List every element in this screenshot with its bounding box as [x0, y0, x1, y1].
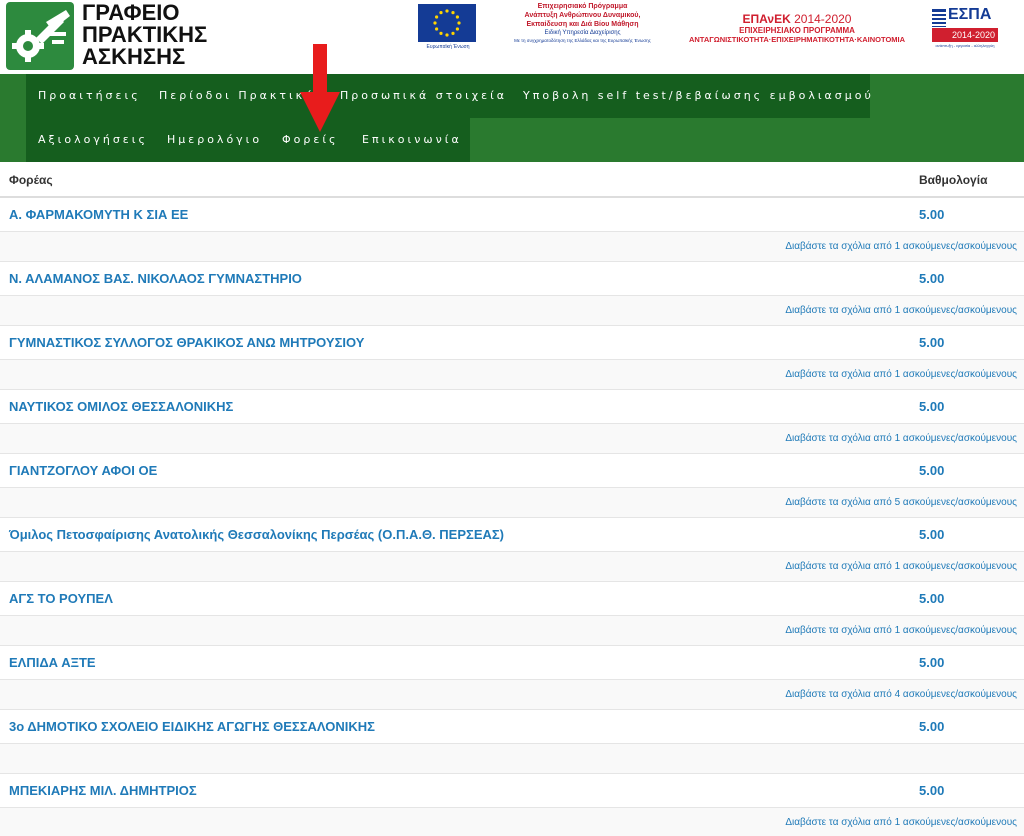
table-row-comments: Διαβάστε τα σχόλια από 1 ασκούμενες/ασκο… [0, 360, 1024, 390]
epanek-subtitle-1: ΕΠΙΧΕΙΡΗΣΙΑΚΟ ΠΡΟΓΡΑΜΜΑ [739, 26, 855, 35]
eu-logo: Ευρωπαϊκή Ένωση [418, 4, 478, 56]
table-row: 3ο ΔΗΜΟΤΙΚΟ ΣΧΟΛΕΙΟ ΕΙΔΙΚΗΣ ΑΓΩΓΗΣ ΘΕΣΣΑ… [0, 710, 1024, 744]
table-row-comments: Διαβάστε τα σχόλια από 5 ασκούμενες/ασκο… [0, 488, 1024, 518]
site-header: ΓΡΑΦΕΙΟ ΠΡΑΚΤΙΚΗΣ ΑΣΚΗΣΗΣ Ευρωπαϊκή Ένωσ… [0, 0, 1024, 74]
organization-link[interactable]: ΑΓΣ ΤΟ ΡΟΥΠΕΛ [9, 582, 113, 616]
epan-line-5: Με τη συγχρηματοδότηση της Ελλάδας και τ… [514, 38, 651, 43]
nav-row-2: Αξιολογήσεις Ημερολόγιο Φορείς Επικοινων… [26, 118, 470, 162]
organization-link[interactable]: ΓΙΑΝΤΖΟΓΛΟΥ ΑΦΟΙ ΟΕ [9, 454, 157, 488]
site-title-line-2: ΠΡΑΚΤΙΚΗΣ [82, 22, 208, 47]
logo-icon[interactable] [6, 2, 74, 70]
score-value: 5.00 [919, 783, 945, 798]
organization-link[interactable]: Ν. ΑΛΑΜΑΝΟΣ ΒΑΣ. ΝΙΚΟΛΑΟΣ ΓΥΜΝΑΣΤΗΡΙΟ [9, 262, 302, 296]
comments-link[interactable]: Διαβάστε τα σχόλια από 4 ασκούμενες/ασκο… [785, 680, 1017, 710]
table-row: ΕΛΠΙΔΑ ΑΞΤΕ 5.00 [0, 646, 1024, 680]
organizations-table: Φορέας Βαθμολογία Α. ΦΑΡΜΑΚΟΜΥΤΗ Κ ΣΙΑ Ε… [0, 162, 1024, 836]
red-arrow-down-icon [300, 44, 340, 132]
comments-link[interactable]: Διαβάστε τα σχόλια από 5 ασκούμενες/ασκο… [785, 488, 1017, 518]
nav-item-calendar[interactable]: Ημερολόγιο [167, 118, 262, 162]
organization-link[interactable]: 3ο ΔΗΜΟΤΙΚΟ ΣΧΟΛΕΙΟ ΕΙΔΙΚΗΣ ΑΓΩΓΗΣ ΘΕΣΣΑ… [9, 710, 375, 744]
eu-flag-icon [418, 4, 476, 42]
organization-link[interactable]: ΓΥΜΝΑΣΤΙΚΟΣ ΣΥΛΛΟΓΟΣ ΘΡΑΚΙΚΟΣ ΑΝΩ ΜΗΤΡΟΥ… [9, 326, 364, 360]
comments-link[interactable]: Διαβάστε τα σχόλια από 1 ασκούμενες/ασκο… [785, 360, 1017, 390]
espa-caption: ανάπτυξη - εργασία - αλληλεγγύη [935, 43, 995, 48]
epanek-subtitle-2: ΑΝΤΑΓΩΝΙΣΤΙΚΟΤΗΤΑ·ΕΠΙΧΕΙΡΗΜΑΤΙΚΟΤΗΤΑ·ΚΑΙ… [688, 35, 906, 44]
epan-line-3: Εκπαίδευση και Διά Βίου Μάθηση [526, 21, 639, 28]
table-row-comments: Διαβάστε τα σχόλια από 1 ασκούμενες/ασκο… [0, 552, 1024, 582]
comments-link[interactable]: Διαβάστε τα σχόλια από 1 ασκούμενες/ασκο… [785, 424, 1017, 454]
comments-link[interactable]: Διαβάστε τα σχόλια από 1 ασκούμενες/ασκο… [785, 552, 1017, 582]
table-row: ΓΙΑΝΤΖΟΓΛΟΥ ΑΦΟΙ ΟΕ 5.00 [0, 454, 1024, 488]
score-value: 5.00 [919, 527, 945, 542]
table-header: Φορέας Βαθμολογία [0, 162, 1024, 198]
table-row-comments: Διαβάστε τα σχόλια από 4 ασκούμενες/ασκο… [0, 680, 1024, 710]
table-row: Ν. ΑΛΑΜΑΝΟΣ ΒΑΣ. ΝΙΚΟΛΑΟΣ ΓΥΜΝΑΣΤΗΡΙΟ 5.… [0, 262, 1024, 296]
comments-link[interactable]: Διαβάστε τα σχόλια από 1 ασκούμενες/ασκο… [785, 808, 1017, 836]
epan-line-1: Επιχειρησιακό Πρόγραμμα [537, 3, 628, 10]
site-title-line-1: ΓΡΑΦΕΙΟ [82, 0, 180, 25]
epanek-title-row: ΕΠΑνΕΚ 2014-2020 [672, 12, 922, 26]
epanek-logo: ΕΠΑνΕΚ 2014-2020 ΕΠΙΧΕΙΡΗΣΙΑΚΟ ΠΡΟΓΡΑΜΜΑ… [672, 12, 922, 44]
score-value: 5.00 [919, 719, 945, 734]
nav-item-evaluations[interactable]: Αξιολογήσεις [38, 118, 148, 162]
espa-years: 2014-2020 [932, 28, 998, 42]
nav-item-personal-info[interactable]: Προσωπικά στοιχεία [340, 74, 507, 118]
nav-row-1: Προαιτήσεις Περίοδοι Πρακτικής Προσωπικά… [26, 74, 871, 118]
table-row-comments: Διαβάστε τα σχόλια από 1 ασκούμενες/ασκο… [0, 808, 1024, 836]
espa-logo: ΕΣΠΑ 2014-2020 ανάπτυξη - εργασία - αλλη… [930, 6, 1000, 50]
score-value: 5.00 [919, 207, 945, 222]
table-row-comments: Διαβάστε τα σχόλια από 1 ασκούμενες/ασκο… [0, 616, 1024, 646]
epanek-years: 2014-2020 [794, 12, 852, 26]
score-value: 5.00 [919, 399, 945, 414]
epan-line-4: Ειδική Υπηρεσία Διαχείρισης [544, 30, 621, 36]
organization-link[interactable]: ΝΑΥΤΙΚΟΣ ΟΜΙΛΟΣ ΘΕΣΣΑΛΟΝΙΚΗΣ [9, 390, 233, 424]
main-nav: Προαιτήσεις Περίοδοι Πρακτικής Προσωπικά… [0, 74, 1024, 162]
table-row: ΝΑΥΤΙΚΟΣ ΟΜΙΛΟΣ ΘΕΣΣΑΛΟΝΙΚΗΣ 5.00 [0, 390, 1024, 424]
score-value: 5.00 [919, 335, 945, 350]
site-title[interactable]: ΓΡΑΦΕΙΟ ΠΡΑΚΤΙΚΗΣ ΑΣΚΗΣΗΣ [82, 2, 207, 68]
organization-link[interactable]: ΕΛΠΙΔΑ ΑΞΤΕ [9, 646, 96, 680]
score-value: 5.00 [919, 463, 945, 478]
table-row: Όμιλος Πετοσφαίρισης Ανατολικής Θεσσαλον… [0, 518, 1024, 552]
organization-link[interactable]: Όμιλος Πετοσφαίρισης Ανατολικής Θεσσαλον… [9, 518, 504, 552]
table-row: ΜΠΕΚΙΑΡΗΣ ΜΙΛ. ΔΗΜΗΤΡΙΟΣ 5.00 [0, 774, 1024, 808]
score-value: 5.00 [919, 271, 945, 286]
column-header-organization[interactable]: Φορέας [9, 162, 53, 198]
table-row: Α. ΦΑΡΜΑΚΟΜΥΤΗ Κ ΣΙΑ ΕΕ 5.00 [0, 198, 1024, 232]
column-header-score[interactable]: Βαθμολογία [919, 162, 987, 198]
epanek-title: ΕΠΑνΕΚ [742, 12, 791, 26]
organization-link[interactable]: Α. ΦΑΡΜΑΚΟΜΥΤΗ Κ ΣΙΑ ΕΕ [9, 198, 188, 232]
comments-link[interactable]: Διαβάστε τα σχόλια από 1 ασκούμενες/ασκο… [785, 616, 1017, 646]
score-value: 5.00 [919, 591, 945, 606]
comments-link[interactable]: Διαβάστε τα σχόλια από 1 ασκούμενες/ασκο… [785, 296, 1017, 326]
table-row: ΓΥΜΝΑΣΤΙΚΟΣ ΣΥΛΛΟΓΟΣ ΘΡΑΚΙΚΟΣ ΑΝΩ ΜΗΤΡΟΥ… [0, 326, 1024, 360]
nav-item-self-test[interactable]: Υποβολη self test/βεβαίωσης εμβολιασμού [523, 74, 874, 118]
table-row-comments [0, 744, 1024, 774]
greek-flag-icon [932, 9, 946, 27]
table-row-comments: Διαβάστε τα σχόλια από 1 ασκούμενες/ασκο… [0, 232, 1024, 262]
espa-title: ΕΣΠΑ [948, 6, 992, 23]
score-value: 5.00 [919, 655, 945, 670]
table-row-comments: Διαβάστε τα σχόλια από 1 ασκούμενες/ασκο… [0, 296, 1024, 326]
eu-caption: Ευρωπαϊκή Ένωση [426, 44, 470, 50]
comments-link[interactable]: Διαβάστε τα σχόλια από 1 ασκούμενες/ασκο… [785, 232, 1017, 262]
organization-link[interactable]: ΜΠΕΚΙΑΡΗΣ ΜΙΛ. ΔΗΜΗΤΡΙΟΣ [9, 774, 197, 808]
nav-item-contact[interactable]: Επικοινωνία [362, 118, 462, 162]
epan-line-2: Ανάπτυξη Ανθρώπινου Δυναμικού, [524, 12, 641, 19]
nav-item-prerequisites[interactable]: Προαιτήσεις [38, 74, 141, 118]
table-row: ΑΓΣ ΤΟ ΡΟΥΠΕΛ 5.00 [0, 582, 1024, 616]
site-title-line-3: ΑΣΚΗΣΗΣ [82, 44, 186, 69]
table-row-comments: Διαβάστε τα σχόλια από 1 ασκούμενες/ασκο… [0, 424, 1024, 454]
epan-logo: Επιχειρησιακό Πρόγραμμα Ανάπτυξη Ανθρώπι… [500, 2, 665, 44]
